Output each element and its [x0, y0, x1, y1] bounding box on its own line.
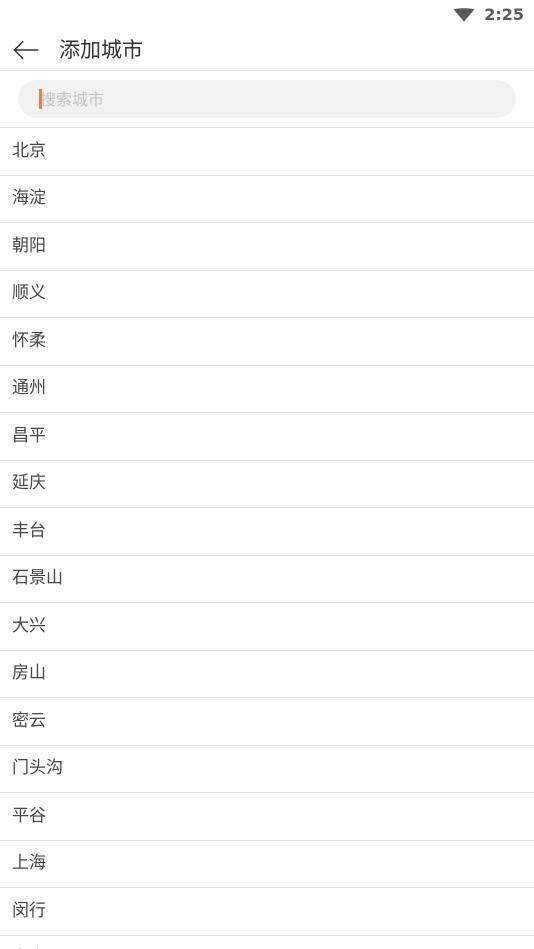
- city-name: 房山: [12, 663, 46, 684]
- city-name: 延庆: [12, 473, 46, 494]
- city-name: 昌平: [12, 425, 46, 446]
- city-name: 丰台: [12, 520, 46, 541]
- list-item[interactable]: 海淀: [0, 175, 534, 223]
- city-name: 上海: [12, 853, 46, 874]
- city-name: 平谷: [12, 805, 46, 826]
- list-item[interactable]: 大兴: [0, 603, 534, 651]
- list-item[interactable]: 怀柔: [0, 318, 534, 366]
- list-item[interactable]: 北京: [0, 128, 534, 176]
- city-name: 密云: [12, 710, 46, 731]
- wifi-signal-icon: [453, 8, 475, 22]
- search-box[interactable]: [18, 80, 516, 118]
- list-item[interactable]: 上海: [0, 840, 534, 888]
- status-time: 2:25: [484, 5, 524, 24]
- status-bar-right: 2:25: [453, 7, 524, 23]
- list-item[interactable]: 门头沟: [0, 745, 534, 793]
- city-name: 顺义: [12, 283, 46, 304]
- status-bar: 2:25: [0, 0, 534, 30]
- list-item[interactable]: 平谷: [0, 793, 534, 841]
- city-name: 大兴: [12, 615, 46, 636]
- page-title: 添加城市: [59, 37, 143, 62]
- list-item[interactable]: 宝山: [0, 935, 534, 949]
- back-button[interactable]: [9, 33, 43, 67]
- list-item[interactable]: 石景山: [0, 555, 534, 603]
- add-city-screen: 2:25 添加城市 北京 海淀 朝阳 顺义: [0, 0, 534, 949]
- arrow-left-icon: [13, 40, 39, 60]
- city-name: 海淀: [12, 188, 46, 209]
- list-item[interactable]: 朝阳: [0, 223, 534, 271]
- city-name: 通州: [12, 378, 46, 399]
- list-item[interactable]: 丰台: [0, 508, 534, 556]
- city-name: 闵行: [12, 900, 46, 921]
- city-list[interactable]: 北京 海淀 朝阳 顺义 怀柔 通州 昌平 延庆 丰台 石景山 大兴 房山 密云 …: [0, 127, 534, 949]
- list-item[interactable]: 昌平: [0, 413, 534, 461]
- list-item[interactable]: 顺义: [0, 270, 534, 318]
- app-bar: 添加城市: [0, 30, 534, 71]
- list-item[interactable]: 房山: [0, 650, 534, 698]
- list-item[interactable]: 密云: [0, 698, 534, 746]
- city-name: 门头沟: [12, 758, 63, 779]
- city-name: 石景山: [12, 568, 63, 589]
- search-bar-container: [0, 71, 534, 127]
- text-cursor: [39, 89, 42, 109]
- city-name: 怀柔: [12, 330, 46, 351]
- list-item[interactable]: 延庆: [0, 460, 534, 508]
- city-name: 北京: [12, 140, 46, 161]
- list-item[interactable]: 通州: [0, 365, 534, 413]
- city-name: 朝阳: [12, 235, 46, 256]
- list-item[interactable]: 闵行: [0, 888, 534, 936]
- search-input[interactable]: [40, 89, 516, 109]
